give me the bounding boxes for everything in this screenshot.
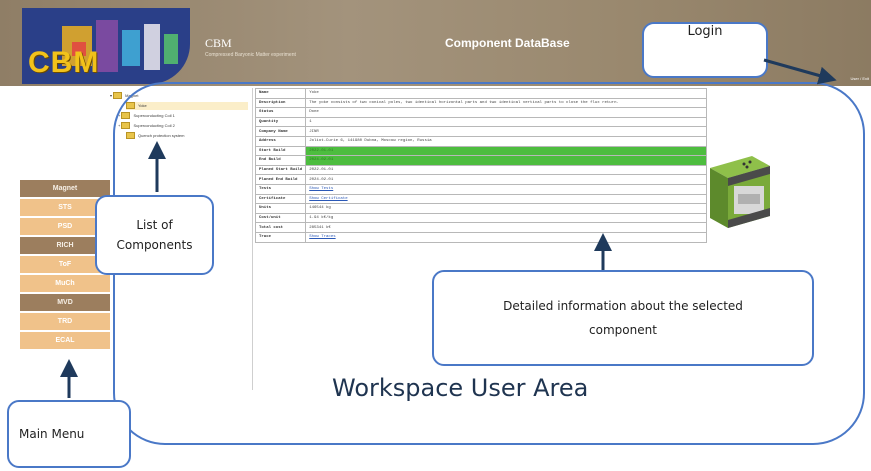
- arrow-right-icon: [763, 58, 837, 85]
- annotation-arrows: [60, 58, 837, 398]
